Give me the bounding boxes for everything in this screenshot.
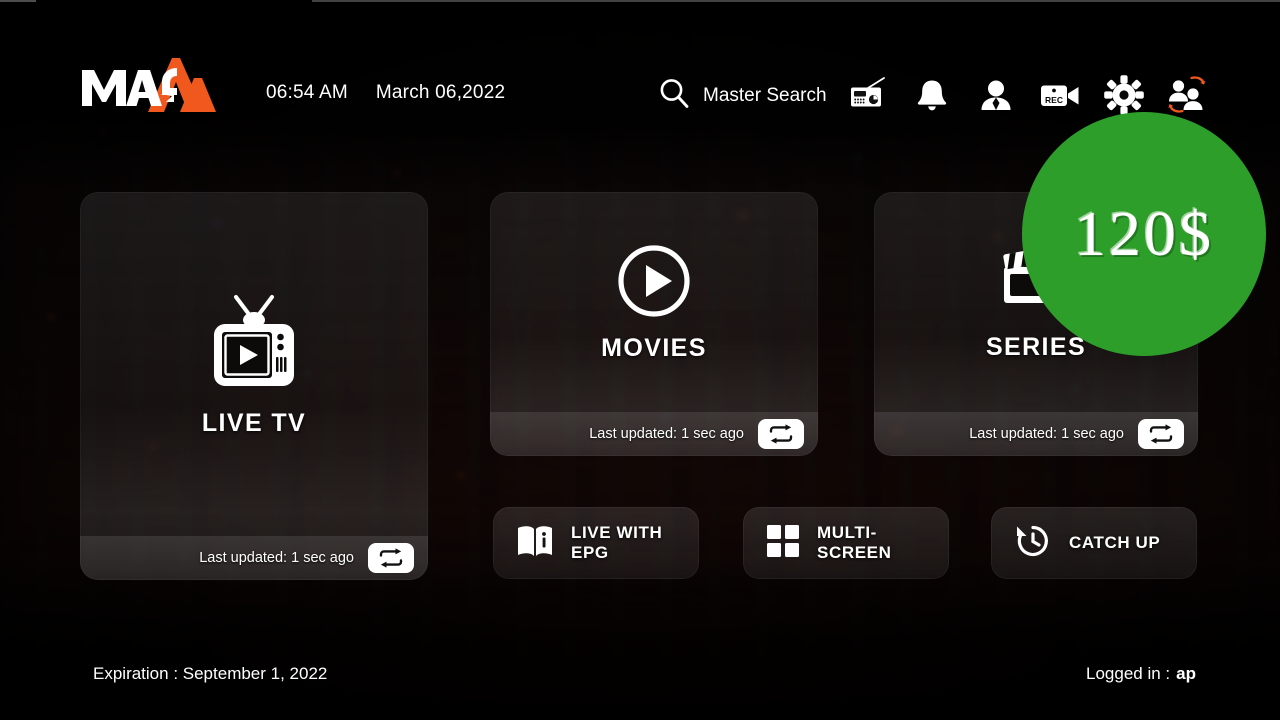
master-search-button[interactable]: Master Search bbox=[657, 76, 827, 115]
clock-rewind-icon bbox=[1013, 522, 1053, 565]
tile-movies-label: MOVIES bbox=[601, 333, 707, 362]
logged-in-user: ap bbox=[1176, 664, 1196, 683]
live-with-epg-button[interactable]: LIVE WITH EPG bbox=[493, 507, 699, 579]
catch-up-button[interactable]: CATCH UP bbox=[991, 507, 1197, 579]
tile-movies[interactable]: MOVIES Last updated: 1 sec ago bbox=[490, 192, 818, 456]
tile-movies-body: MOVIES bbox=[490, 192, 818, 412]
price-badge[interactable]: 120$ bbox=[1022, 112, 1266, 356]
current-time: 06:54 AM bbox=[266, 82, 348, 103]
catch-up-label: CATCH UP bbox=[1069, 533, 1161, 552]
grid-four-icon bbox=[765, 523, 801, 564]
tile-live-tv-updated: Last updated: 1 sec ago bbox=[199, 550, 354, 566]
tile-series-updated: Last updated: 1 sec ago bbox=[969, 426, 1124, 442]
radio-icon[interactable] bbox=[845, 72, 891, 118]
header-bar: 06:54 AM March 06,2022 Master Search REC bbox=[0, 0, 1280, 140]
footer-bar: Expiration : September 1, 2022 Logged in… bbox=[0, 644, 1280, 720]
logged-in-group: Logged in : ap bbox=[1086, 664, 1196, 684]
app-screen: 06:54 AM March 06,2022 Master Search REC… bbox=[0, 0, 1280, 720]
tile-series-label: SERIES bbox=[985, 332, 1087, 361]
switch-user-icon[interactable] bbox=[1165, 72, 1211, 118]
tile-live-tv-label: LIVE TV bbox=[201, 408, 307, 437]
tile-live-tv-footer: Last updated: 1 sec ago bbox=[80, 536, 428, 580]
multi-screen-button[interactable]: MULTI-SCREEN bbox=[743, 507, 949, 579]
app-logo[interactable] bbox=[76, 54, 222, 116]
search-icon bbox=[657, 76, 691, 115]
bell-icon[interactable] bbox=[909, 72, 955, 118]
clock-date-group: 06:54 AM March 06,2022 bbox=[266, 82, 505, 104]
price-badge-text: 120$ bbox=[1074, 198, 1214, 269]
tv-play-icon bbox=[206, 291, 302, 395]
header-icon-group: REC bbox=[845, 72, 1211, 118]
search-label: Master Search bbox=[703, 84, 827, 106]
current-date: March 06,2022 bbox=[375, 82, 506, 103]
live-with-epg-label: LIVE WITH EPG bbox=[571, 523, 663, 562]
expiration-text: Expiration : September 1, 2022 bbox=[93, 664, 328, 683]
play-circle-icon bbox=[615, 242, 693, 320]
tile-series-footer: Last updated: 1 sec ago bbox=[874, 412, 1198, 456]
multi-screen-label: MULTI-SCREEN bbox=[817, 523, 892, 562]
tile-movies-footer: Last updated: 1 sec ago bbox=[490, 412, 818, 456]
refresh-loop-icon[interactable] bbox=[368, 543, 414, 573]
refresh-loop-icon[interactable] bbox=[1138, 419, 1184, 449]
refresh-loop-icon[interactable] bbox=[758, 419, 804, 449]
tile-live-tv-body: LIVE TV bbox=[80, 192, 428, 536]
user-icon[interactable] bbox=[973, 72, 1019, 118]
logged-in-label: Logged in : bbox=[1086, 664, 1171, 683]
rec-camera-icon[interactable]: REC bbox=[1037, 72, 1083, 118]
tile-live-tv[interactable]: LIVE TV Last updated: 1 sec ago bbox=[80, 192, 428, 580]
tile-movies-updated: Last updated: 1 sec ago bbox=[589, 426, 744, 442]
book-info-icon bbox=[515, 522, 555, 565]
svg-text:REC: REC bbox=[1045, 95, 1063, 105]
